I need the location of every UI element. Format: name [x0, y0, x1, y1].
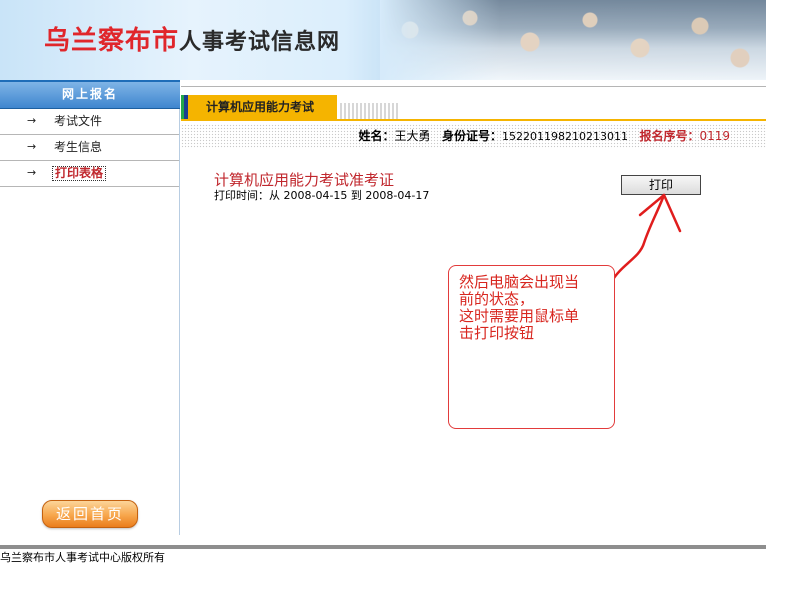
annotation-callout: 然后电脑会出现当 前的状态， 这时需要用鼠标单 击打印按钮 — [448, 265, 615, 429]
site-banner: 乌兰察布市人事考试信息网 — [0, 0, 766, 80]
main-top-divider — [181, 86, 766, 87]
name-label: 姓名： — [358, 129, 395, 143]
tab-computer-exam[interactable]: 计算机应用能力考试 — [181, 95, 337, 119]
candidate-info-bar: 姓名：王大勇 身份证号：152201198210213011 报名序号：0119 — [181, 124, 766, 148]
tab-decoration — [340, 103, 398, 119]
annotation-text: 然后电脑会出现当 前的状态， 这时需要用鼠标单 击打印按钮 — [459, 273, 580, 342]
sidebar-item-label: 考试文件 — [54, 114, 103, 128]
name-value: 王大勇 — [394, 129, 431, 143]
sidebar-item-label: 考生信息 — [54, 140, 103, 154]
sidebar-item-label: 打印表格 — [52, 166, 107, 181]
sidebar-item-print-forms[interactable]: → 打印表格 — [0, 161, 179, 187]
print-time-value: 从 2008-04-15 到 2008-04-17 — [269, 189, 430, 202]
footer-copyright: 乌兰察布市人事考试中心版权所有 — [0, 551, 165, 564]
id-value: 152201198210213011 — [502, 130, 628, 143]
arrow-right-icon: → — [27, 114, 37, 127]
arrow-right-icon: → — [27, 140, 37, 153]
reg-number-value: 0119 — [699, 129, 730, 143]
site-title-rest: 人事考试信息网 — [179, 29, 341, 55]
reg-number-label: 报名序号： — [639, 129, 700, 143]
tab-underline — [181, 119, 766, 121]
candidate-info-line: 姓名：王大勇 身份证号：152201198210213011 报名序号：0119 — [359, 124, 731, 149]
print-time: 打印时间：从 2008-04-15 到 2008-04-17 — [214, 187, 429, 203]
tab-label: 计算机应用能力考试 — [206, 100, 315, 114]
site-title-city: 乌兰察布市 — [44, 26, 180, 56]
sidebar-item-candidate-info[interactable]: → 考生信息 — [0, 135, 179, 161]
banner-classroom-photo — [380, 0, 766, 80]
arrow-right-icon: → — [27, 166, 37, 179]
site-title: 乌兰察布市人事考试信息网 — [44, 20, 340, 57]
sidebar-item-exam-files[interactable]: → 考试文件 — [0, 109, 179, 135]
id-label: 身份证号： — [441, 129, 502, 143]
print-time-label: 打印时间： — [214, 189, 269, 202]
sidebar: → 考试文件 → 考生信息 → 打印表格 — [0, 109, 180, 535]
return-home-button[interactable]: 返回首页 — [42, 500, 138, 528]
sidebar-header: 网上报名 — [0, 82, 180, 109]
